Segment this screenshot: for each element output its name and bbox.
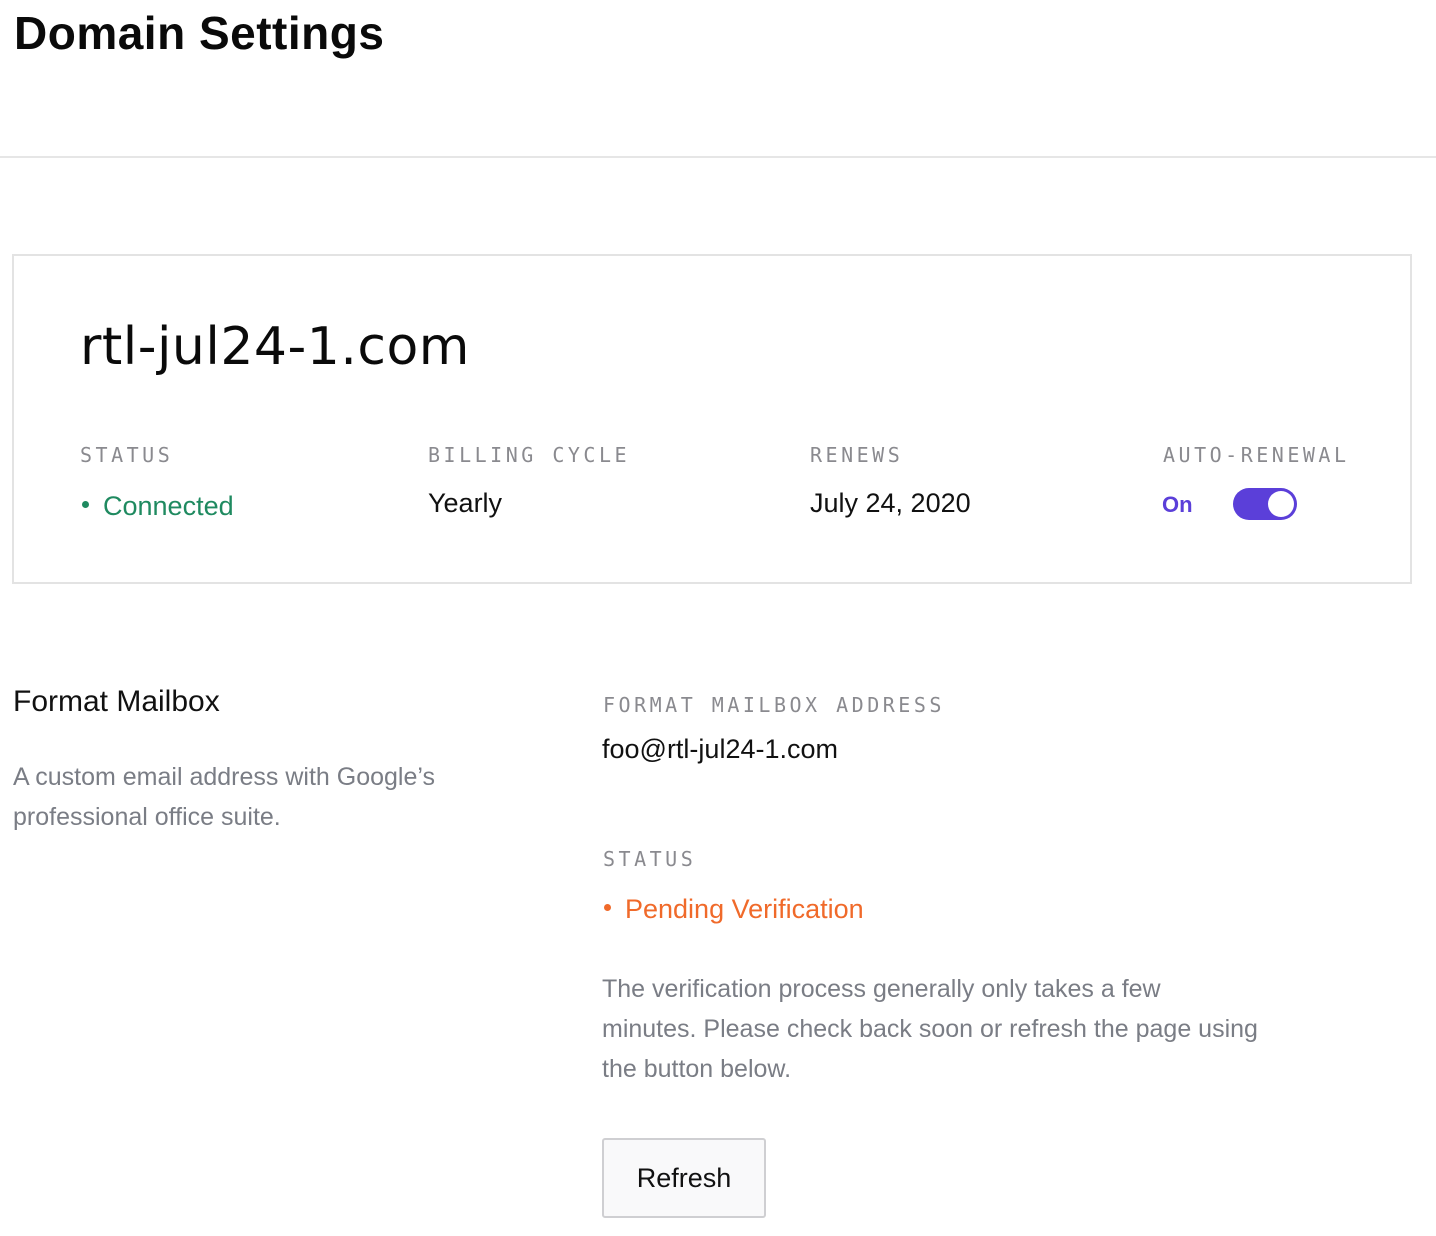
mailbox-address-label: FORMAT MAILBOX ADDRESS — [603, 693, 945, 717]
mailbox-status-text: Pending Verification — [625, 894, 864, 924]
refresh-button[interactable]: Refresh — [602, 1138, 766, 1218]
domain-name: rtl-jul24-1.com — [80, 317, 470, 377]
auto-renewal-toggle[interactable] — [1233, 488, 1297, 520]
auto-renewal-state-text: On — [1162, 492, 1193, 517]
mailbox-address-value: foo@rtl-jul24-1.com — [602, 734, 838, 764]
toggle-knob — [1268, 491, 1294, 517]
domain-card: rtl-jul24-1.com STATUS Connected BILLING… — [12, 254, 1412, 584]
auto-renewal-label: AUTO-RENEWAL — [1163, 443, 1350, 467]
status-text: Connected — [103, 491, 234, 521]
status-value: Connected — [82, 488, 234, 524]
status-dot-icon — [82, 501, 89, 509]
mailbox-section-description: A custom email address with Google’s pro… — [13, 763, 435, 831]
verification-help-text: The verification process generally only … — [602, 975, 1258, 1083]
status-label: STATUS — [80, 443, 174, 467]
domain-settings-page: Domain Settings rtl-jul24-1.com STATUS C… — [0, 0, 1436, 1236]
mailbox-section-title: Format Mailbox — [13, 685, 220, 718]
billing-cycle-value: Yearly — [428, 488, 503, 518]
header-divider — [0, 156, 1436, 158]
page-title: Domain Settings — [14, 7, 385, 59]
mailbox-status-label: STATUS — [603, 847, 697, 871]
mailbox-status-value: Pending Verification — [604, 891, 864, 927]
billing-cycle-label: BILLING CYCLE — [428, 443, 631, 467]
renews-label: RENEWS — [810, 443, 904, 467]
pending-dot-icon — [604, 904, 611, 912]
renews-value: July 24, 2020 — [810, 488, 971, 518]
